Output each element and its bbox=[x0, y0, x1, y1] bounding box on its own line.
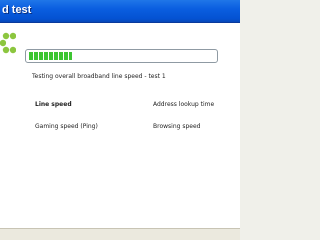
test-progress-bar bbox=[25, 49, 218, 63]
green-flower-logo-icon bbox=[0, 32, 16, 54]
metric-gaming-speed: Gaming speed (Ping) bbox=[35, 123, 98, 130]
status-text: Testing overall broadband line speed - t… bbox=[32, 73, 166, 80]
metric-address-lookup-time: Address lookup time bbox=[153, 101, 215, 108]
progress-bar-fill bbox=[29, 52, 72, 60]
metric-line-speed: Line speed bbox=[35, 101, 72, 108]
window-footer bbox=[0, 228, 240, 240]
title-bar[interactable]: d test bbox=[0, 0, 240, 23]
window-title: d test bbox=[2, 4, 32, 16]
metric-browsing-speed: Browsing speed bbox=[153, 123, 201, 130]
speed-test-window: d test Testing overall broadband line sp… bbox=[0, 0, 240, 240]
